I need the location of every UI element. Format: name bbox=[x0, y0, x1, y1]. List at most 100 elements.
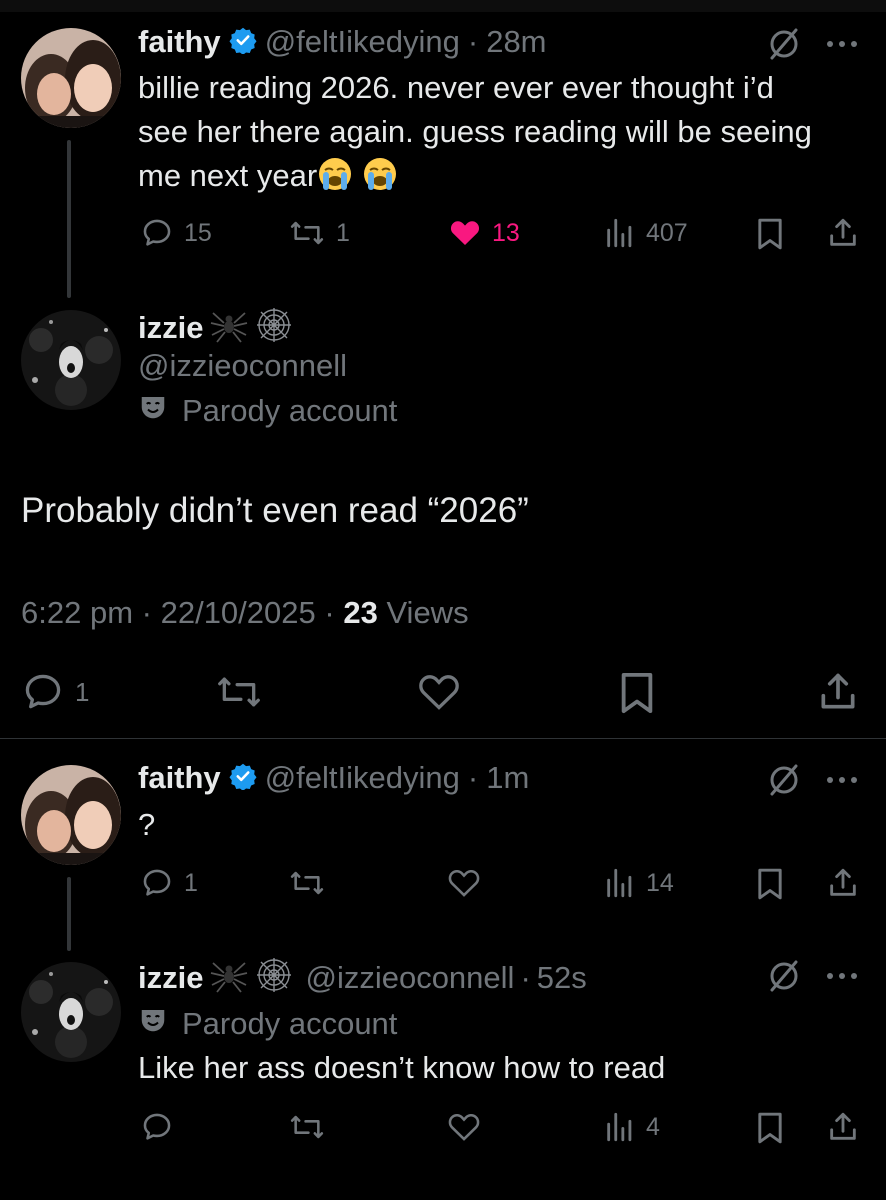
views-label[interactable]: Views bbox=[386, 595, 468, 630]
main-header: izzie bbox=[138, 306, 293, 349]
separator: · bbox=[520, 959, 531, 995]
spider-web-icon bbox=[255, 306, 293, 349]
like-button[interactable] bbox=[416, 670, 462, 719]
views-count: 14 bbox=[646, 868, 674, 897]
like-icon bbox=[446, 1114, 482, 1148]
separator: · bbox=[467, 24, 479, 59]
views-count: 23 bbox=[343, 595, 378, 630]
views-button[interactable]: 407 bbox=[604, 216, 688, 250]
bookmark-icon[interactable] bbox=[754, 216, 786, 257]
share-icon[interactable] bbox=[826, 216, 860, 255]
repost-icon bbox=[288, 871, 326, 904]
avatar-faithy[interactable] bbox=[21, 28, 121, 128]
timestamp[interactable]: 1m bbox=[486, 760, 529, 796]
tweet-time[interactable]: 6:22 pm bbox=[21, 595, 133, 630]
parody-mask-icon bbox=[138, 392, 168, 430]
tweet3-header: faithy @feltIikedying · 1m bbox=[138, 760, 529, 796]
bookmark-icon[interactable] bbox=[616, 670, 658, 721]
reply-count: 1 bbox=[184, 868, 198, 897]
like-button[interactable]: 13 bbox=[448, 216, 520, 250]
bookmark-icon[interactable] bbox=[754, 1110, 786, 1151]
reply-count: 1 bbox=[75, 676, 90, 707]
share-icon[interactable] bbox=[826, 866, 860, 905]
share-icon[interactable] bbox=[826, 1110, 860, 1149]
spider-web-icon bbox=[255, 956, 293, 999]
divider bbox=[0, 738, 886, 739]
loudly-crying-face-icon bbox=[362, 156, 398, 192]
tweet4-text: Like her ass doesn’t know how to read bbox=[138, 1050, 666, 1085]
tweet-line: me next year bbox=[138, 154, 878, 198]
more-icon[interactable] bbox=[822, 32, 862, 61]
like-count: 13 bbox=[492, 218, 520, 247]
grok-icon[interactable] bbox=[766, 958, 802, 999]
timestamp[interactable]: 52s bbox=[537, 960, 587, 996]
views-button[interactable]: 14 bbox=[604, 866, 674, 900]
like-icon bbox=[416, 675, 462, 718]
views-button[interactable]: 4 bbox=[604, 1110, 660, 1144]
loudly-crying-face-icon bbox=[317, 156, 353, 192]
views-icon bbox=[604, 866, 636, 900]
views-icon bbox=[604, 216, 636, 250]
handle[interactable]: @izzieoconnell bbox=[138, 348, 347, 384]
handle[interactable]: @feltIikedying bbox=[265, 760, 460, 796]
reply-icon bbox=[140, 866, 174, 900]
spider-icon bbox=[209, 307, 249, 348]
separator: · bbox=[324, 595, 335, 630]
main-tweet-text: Probably didn’t even read “2026” bbox=[21, 491, 529, 530]
more-icon[interactable] bbox=[822, 964, 862, 993]
tweet1-header: faithy @feltIikedying · 28m bbox=[138, 24, 547, 60]
bookmark-icon[interactable] bbox=[754, 866, 786, 907]
repost-button[interactable] bbox=[214, 670, 264, 719]
parody-label: Parody account bbox=[138, 1005, 397, 1043]
parody-text: Parody account bbox=[182, 393, 398, 428]
thread-line bbox=[67, 877, 71, 951]
views-count: 4 bbox=[646, 1112, 660, 1141]
display-name[interactable]: faithy bbox=[138, 24, 221, 60]
grok-icon[interactable] bbox=[766, 26, 802, 67]
views-icon bbox=[604, 1110, 636, 1144]
reply-button[interactable]: 15 bbox=[140, 216, 212, 250]
tweet-line: see her there again. guess reading will … bbox=[138, 114, 812, 149]
more-icon[interactable] bbox=[822, 768, 862, 797]
tweet-line: billie reading 2026. never ever ever tho… bbox=[138, 70, 774, 105]
handle[interactable]: @feltIikedying bbox=[265, 24, 460, 60]
reply-button[interactable]: 1 bbox=[140, 866, 198, 900]
repost-count: 1 bbox=[336, 218, 350, 247]
grok-icon[interactable] bbox=[766, 762, 802, 803]
repost-icon bbox=[288, 1115, 326, 1148]
display-name[interactable]: faithy bbox=[138, 760, 221, 796]
repost-button[interactable] bbox=[288, 1110, 326, 1149]
spider-icon bbox=[209, 957, 249, 998]
top-edge bbox=[0, 0, 886, 12]
repost-icon bbox=[214, 677, 264, 718]
like-button[interactable] bbox=[446, 866, 482, 905]
tweet-meta: 6:22 pm · 22/10/2025 · 23 Views bbox=[21, 595, 469, 631]
timestamp[interactable]: 28m bbox=[486, 24, 546, 60]
separator: · bbox=[141, 595, 152, 630]
thread-line bbox=[67, 140, 71, 298]
reply-icon bbox=[140, 1113, 174, 1148]
repost-button[interactable]: 1 bbox=[288, 216, 350, 250]
tweet4-header: izzie @izzieoconnell · 52s bbox=[138, 956, 587, 999]
reply-button[interactable]: 1 bbox=[21, 670, 89, 714]
display-name[interactable]: izzie bbox=[138, 960, 203, 996]
reply-icon bbox=[140, 216, 174, 250]
reply-count: 15 bbox=[184, 218, 212, 247]
tweet-date[interactable]: 22/10/2025 bbox=[161, 595, 316, 630]
avatar-izzie[interactable] bbox=[21, 962, 121, 1062]
reply-icon bbox=[21, 670, 65, 714]
reply-button[interactable] bbox=[140, 1110, 174, 1149]
share-icon[interactable] bbox=[816, 670, 860, 719]
display-name[interactable]: izzie bbox=[138, 310, 203, 346]
repost-icon bbox=[288, 216, 326, 250]
like-button[interactable] bbox=[446, 1110, 482, 1149]
avatar-faithy[interactable] bbox=[21, 765, 121, 865]
tweet-line-text: me next year bbox=[138, 158, 318, 193]
parody-mask-icon bbox=[138, 1005, 168, 1043]
avatar-izzie[interactable] bbox=[21, 310, 121, 410]
repost-button[interactable] bbox=[288, 866, 326, 905]
like-icon bbox=[448, 216, 482, 250]
verified-badge-icon bbox=[229, 762, 257, 795]
handle[interactable]: @izzieoconnell bbox=[305, 960, 514, 996]
verified-badge-icon bbox=[229, 26, 257, 59]
